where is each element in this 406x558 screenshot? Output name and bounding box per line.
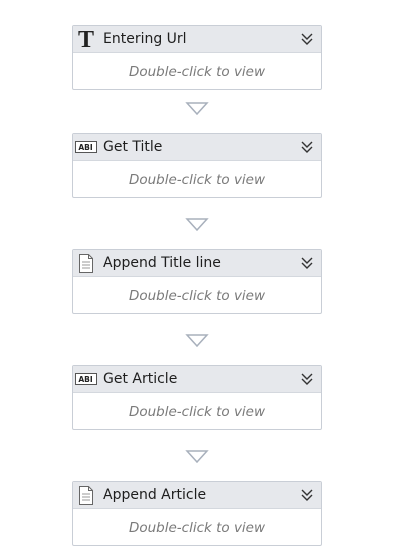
activity-header[interactable]: ABI Get Article [73, 366, 321, 393]
activity-title: Get Article [103, 371, 178, 387]
activity-header[interactable]: Append Article [73, 482, 321, 509]
collapse-chevron-icon[interactable] [299, 138, 315, 156]
activity-body[interactable]: Double-click to view [73, 509, 321, 546]
document-icon [73, 250, 99, 276]
get-text-icon: ABI [73, 366, 99, 392]
activity-entering-url[interactable]: T Entering Url Double-click to view [72, 25, 322, 90]
collapse-chevron-icon[interactable] [299, 254, 315, 272]
activity-get-article[interactable]: ABI Get Article Double-click to view [72, 365, 322, 430]
activity-get-title[interactable]: ABI Get Title Double-click to view [72, 133, 322, 198]
activity-hint: Double-click to view [128, 519, 266, 536]
activity-body[interactable]: Double-click to view [73, 161, 321, 198]
activity-hint: Double-click to view [128, 403, 266, 420]
collapse-chevron-icon[interactable] [299, 370, 315, 388]
activity-hint: Double-click to view [128, 171, 266, 188]
activity-body[interactable]: Double-click to view [73, 277, 321, 314]
collapse-chevron-icon[interactable] [299, 486, 315, 504]
activity-title: Append Article [103, 487, 207, 503]
collapse-chevron-icon[interactable] [299, 30, 315, 48]
activity-title: Append Title line [103, 255, 221, 271]
activity-append-title-line[interactable]: Append Title line Double-click to view [72, 249, 322, 314]
svg-text:ABI: ABI [78, 375, 93, 384]
get-text-icon: ABI [73, 134, 99, 160]
activity-title: Entering Url [103, 31, 187, 47]
document-icon [73, 482, 99, 508]
activity-append-article[interactable]: Append Article Double-click to view [72, 481, 322, 546]
activity-header[interactable]: Append Title line [73, 250, 321, 277]
activity-hint: Double-click to view [128, 287, 266, 304]
activity-title: Get Title [103, 139, 163, 155]
flow-connector-arrow-icon [185, 450, 209, 464]
flow-connector-arrow-icon [185, 102, 209, 116]
activity-hint: Double-click to view [128, 63, 266, 80]
activity-body[interactable]: Double-click to view [73, 393, 321, 430]
text-t-icon: T [73, 26, 99, 52]
flow-connector-arrow-icon [185, 218, 209, 232]
activity-header[interactable]: ABI Get Title [73, 134, 321, 161]
activity-header[interactable]: T Entering Url [73, 26, 321, 53]
svg-text:ABI: ABI [78, 143, 93, 152]
flow-connector-arrow-icon [185, 334, 209, 348]
activity-body[interactable]: Double-click to view [73, 53, 321, 90]
svg-text:T: T [78, 28, 94, 50]
